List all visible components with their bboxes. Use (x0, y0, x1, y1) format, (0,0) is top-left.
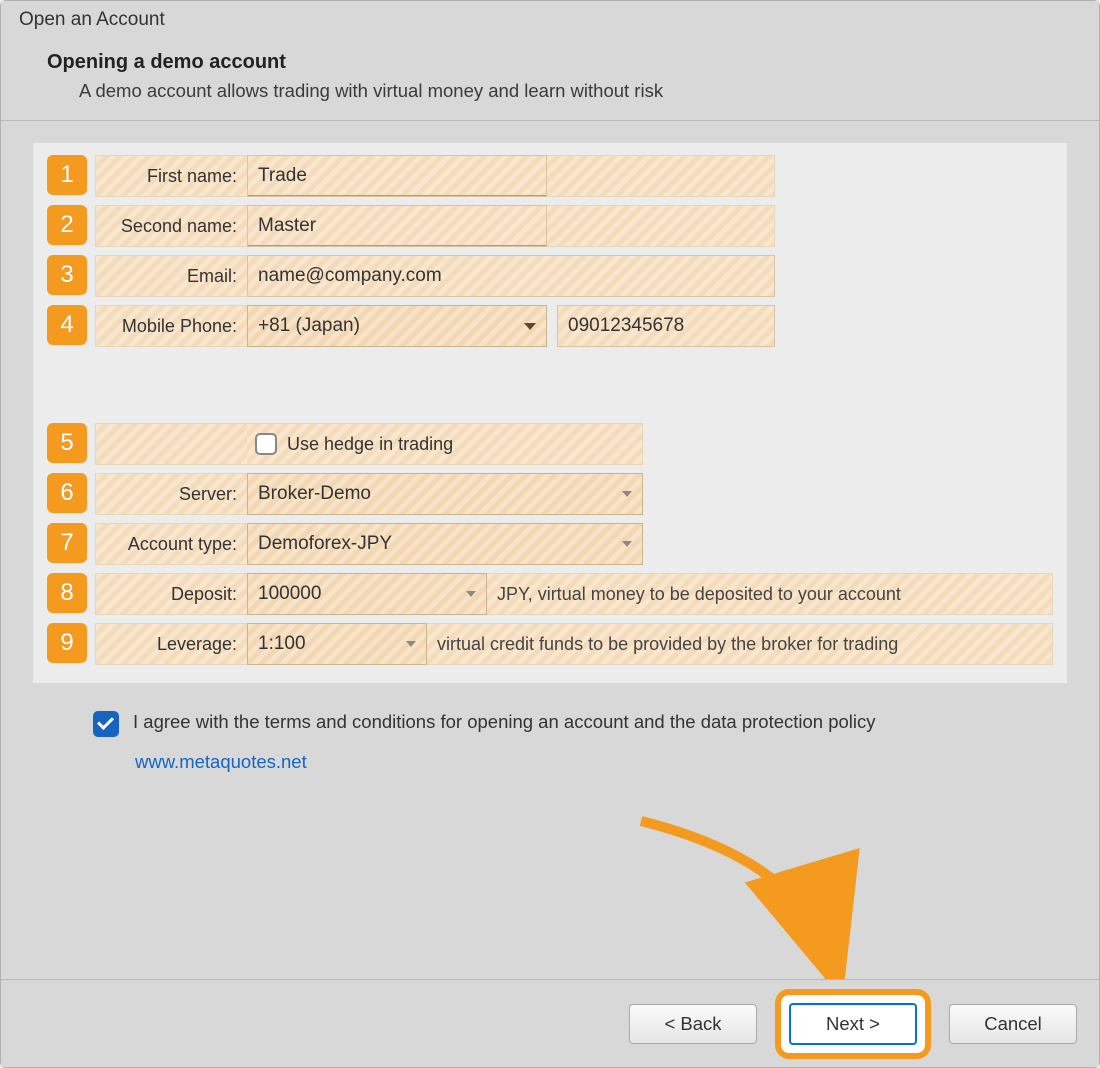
back-button[interactable]: < Back (629, 1004, 757, 1044)
phone-country-value: +81 (Japan) (258, 315, 360, 337)
phone-number-cell (557, 305, 775, 347)
agreement-row: I agree with the terms and conditions fo… (93, 711, 1099, 737)
second-name-input[interactable] (248, 206, 546, 246)
agreement-link[interactable]: www.metaquotes.net (135, 751, 1099, 773)
second-name-label: Second name: (95, 205, 247, 247)
heading-subtitle: A demo account allows trading with virtu… (79, 80, 1053, 102)
agreement-text: I agree with the terms and conditions fo… (133, 711, 876, 733)
account-type-label: Account type: (95, 523, 247, 565)
deposit-value: 100000 (258, 583, 321, 605)
agreement-checkbox[interactable] (93, 711, 119, 737)
form-panel: 1 First name: 2 Second name: 3 Email: (33, 143, 1067, 683)
phone-row: 4 Mobile Phone: +81 (Japan) (47, 305, 1053, 347)
second-name-tail (547, 205, 775, 247)
email-label: Email: (95, 255, 247, 297)
button-bar: < Back Next > Cancel (1, 979, 1099, 1067)
heading-title: Opening a demo account (47, 51, 1053, 74)
account-type-select[interactable]: Demoforex-JPY (247, 523, 643, 565)
cancel-button[interactable]: Cancel (949, 1004, 1077, 1044)
chevron-down-icon (524, 323, 536, 330)
badge-4: 4 (47, 305, 87, 345)
badge-2: 2 (47, 205, 87, 245)
account-type-row: 7 Account type: Demoforex-JPY (47, 523, 1053, 565)
server-label: Server: (95, 473, 247, 515)
first-name-tail (547, 155, 775, 197)
chevron-down-icon (622, 541, 632, 547)
phone-country-select[interactable]: +81 (Japan) (247, 305, 547, 347)
email-input-cell (247, 255, 775, 297)
hedge-label-spacer (95, 423, 247, 465)
phone-number-input[interactable] (558, 306, 774, 346)
next-button-highlight: Next > (775, 989, 931, 1059)
second-name-input-cell (247, 205, 547, 247)
leverage-label: Leverage: (95, 623, 247, 665)
chevron-down-icon (622, 491, 632, 497)
deposit-label: Deposit: (95, 573, 247, 615)
phone-label: Mobile Phone: (95, 305, 247, 347)
leverage-value: 1:100 (258, 633, 306, 655)
leverage-trail: virtual credit funds to be provided by t… (427, 623, 1053, 665)
dialog-heading: Opening a demo account A demo account al… (1, 37, 1099, 121)
badge-3: 3 (47, 255, 87, 295)
badge-6: 6 (47, 473, 87, 513)
badge-9: 9 (47, 623, 87, 663)
server-select[interactable]: Broker-Demo (247, 473, 643, 515)
leverage-row: 9 Leverage: 1:100 virtual credit funds t… (47, 623, 1053, 665)
first-name-input[interactable] (248, 156, 546, 196)
server-row: 6 Server: Broker-Demo (47, 473, 1053, 515)
email-input[interactable] (248, 256, 774, 296)
next-button[interactable]: Next > (789, 1003, 917, 1045)
hedge-label-text: Use hedge in trading (287, 434, 453, 455)
chevron-down-icon (406, 641, 416, 647)
leverage-select[interactable]: 1:100 (247, 623, 427, 665)
window-title: Open an Account (1, 1, 1099, 37)
deposit-row: 8 Deposit: 100000 JPY, virtual money to … (47, 573, 1053, 615)
first-name-row: 1 First name: (47, 155, 1053, 197)
badge-7: 7 (47, 523, 87, 563)
second-name-row: 2 Second name: (47, 205, 1053, 247)
badge-8: 8 (47, 573, 87, 613)
hedge-checkbox-cell: Use hedge in trading (247, 423, 643, 465)
badge-5: 5 (47, 423, 87, 463)
hedge-checkbox[interactable] (255, 433, 277, 455)
email-row: 3 Email: (47, 255, 1053, 297)
badge-1: 1 (47, 155, 87, 195)
dialog-window: Open an Account Opening a demo account A… (0, 0, 1100, 1068)
server-value: Broker-Demo (258, 483, 371, 505)
account-type-value: Demoforex-JPY (258, 533, 392, 555)
deposit-trail: JPY, virtual money to be deposited to yo… (487, 573, 1053, 615)
first-name-label: First name: (95, 155, 247, 197)
deposit-select[interactable]: 100000 (247, 573, 487, 615)
hedge-row: 5 Use hedge in trading (47, 423, 1053, 465)
first-name-input-cell (247, 155, 547, 197)
chevron-down-icon (466, 591, 476, 597)
